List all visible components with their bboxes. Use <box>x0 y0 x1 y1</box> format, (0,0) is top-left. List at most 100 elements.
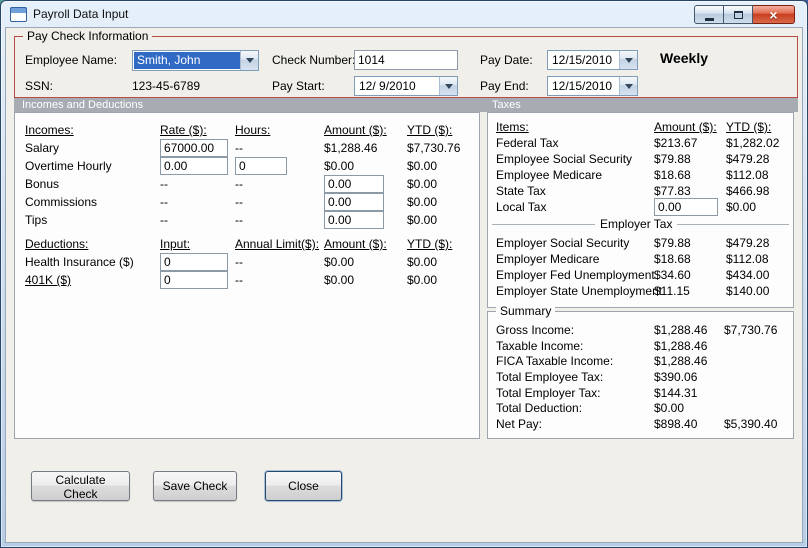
ssn-value: 123-45-6789 <box>132 79 201 93</box>
close-window-button[interactable]: × <box>753 5 795 24</box>
chevron-down-icon <box>245 58 254 63</box>
taxes-section-label: Taxes <box>492 99 521 111</box>
maximize-icon <box>733 10 743 19</box>
cell-value: $140.00 <box>726 284 770 298</box>
cell-value: $0.00 <box>407 159 438 173</box>
401k-link[interactable]: 401K ($) <box>25 273 160 287</box>
cell-value: $11.15 <box>654 284 690 298</box>
chevron-down-icon <box>444 83 453 89</box>
paycheck-group-label: Pay Check Information <box>23 29 153 43</box>
cell-value: $5,390.40 <box>724 416 778 431</box>
col-header: Amount ($): <box>324 123 387 137</box>
cell-value: $0.00 <box>407 177 438 191</box>
cell-value: $18.68 <box>654 168 691 182</box>
cell-value: $0.00 <box>324 273 355 287</box>
save-check-button[interactable]: Save Check <box>153 471 237 501</box>
row-label: Local Tax <box>496 200 547 214</box>
taxes-table: Items: Amount ($): YTD ($): Federal Tax … <box>496 119 796 216</box>
tips-amount-input[interactable] <box>324 211 384 229</box>
col-header: YTD ($): <box>726 120 772 134</box>
employer-tax-divider: Employer Tax <box>492 217 789 231</box>
payroll-window: Payroll Data Input × Pay Check Informati… <box>0 0 808 548</box>
ssn-label: SSN: <box>25 79 54 93</box>
pay-start-dropdown-button[interactable] <box>439 77 457 95</box>
cell-value: $79.88 <box>654 236 691 250</box>
pay-end-value: 12/15/2010 <box>552 79 613 93</box>
cell-value: $77.83 <box>654 184 691 198</box>
cell-value: $479.28 <box>726 236 770 250</box>
paycheck-info-group: Pay Check Information Employee Name: Smi… <box>14 29 798 98</box>
cell-value: $1,288.46 <box>654 322 708 337</box>
summary-panel: Summary Gross Income: $1,288.46 $7,730.7… <box>487 304 796 439</box>
401k-input[interactable] <box>160 271 228 289</box>
app-icon <box>10 6 27 22</box>
cell-value: -- <box>160 177 168 191</box>
col-header: YTD ($): <box>407 123 453 137</box>
employee-name-combobox[interactable]: Smith, John <box>132 50 259 71</box>
summary-group-label: Summary <box>496 304 556 318</box>
pay-date-value: 12/15/2010 <box>552 53 613 67</box>
check-number-input[interactable] <box>354 50 458 70</box>
row-label: Net Pay: <box>496 416 543 431</box>
cell-value: -- <box>160 213 168 227</box>
window-controls: × <box>694 5 795 24</box>
cell-value: $0.00 <box>324 255 355 269</box>
cell-value: $144.31 <box>654 385 698 400</box>
row-label: Federal Tax <box>496 136 559 150</box>
calculate-check-button[interactable]: Calculate Check <box>31 471 130 501</box>
close-button[interactable]: Close <box>265 471 342 501</box>
row-label: Gross Income: <box>496 322 575 337</box>
check-number-label: Check Number: <box>272 53 356 67</box>
cell-value: $79.88 <box>654 152 691 166</box>
summary-table: Gross Income: $1,288.46 $7,730.76 Taxabl… <box>496 322 796 432</box>
row-label: Total Employee Tax: <box>496 369 604 384</box>
pay-date-picker[interactable]: 12/15/2010 <box>547 50 638 70</box>
row-label: Employer State Unemployment <box>496 284 663 298</box>
row-label: Total Employer Tax: <box>496 385 601 400</box>
row-label: Commissions <box>25 195 98 209</box>
col-header: Amount ($): <box>324 237 387 251</box>
cell-value: $1,288.46 <box>654 354 708 369</box>
col-header: Input: <box>160 237 191 251</box>
overtime-hours-input[interactable] <box>235 157 287 175</box>
pay-end-dropdown-button[interactable] <box>619 77 637 95</box>
cell-value: -- <box>235 213 243 227</box>
cell-value: $34.60 <box>654 268 691 282</box>
salary-rate-input[interactable] <box>160 139 228 157</box>
minimize-icon <box>704 17 714 21</box>
cell-value: $434.00 <box>726 268 770 282</box>
employee-name-dropdown-button[interactable] <box>240 51 258 70</box>
cell-value: -- <box>235 273 243 287</box>
pay-end-picker[interactable]: 12/15/2010 <box>547 76 638 96</box>
commissions-amount-input[interactable] <box>324 193 384 211</box>
cell-value: $0.00 <box>654 401 685 416</box>
pay-start-picker[interactable]: 12/ 9/2010 <box>354 76 458 96</box>
pay-start-value: 12/ 9/2010 <box>359 79 416 93</box>
window-title: Payroll Data Input <box>33 7 129 21</box>
incomes-deductions-section-label: Incomes and Deductions <box>22 99 144 111</box>
cell-value: $898.40 <box>654 416 698 431</box>
col-header: Items: <box>496 120 529 134</box>
cell-value: $0.00 <box>407 213 438 227</box>
cell-value: -- <box>235 141 243 155</box>
col-header: Incomes: <box>25 123 74 137</box>
row-label: Bonus <box>25 177 60 191</box>
row-label: FICA Taxable Income: <box>496 354 614 369</box>
pay-end-label: Pay End: <box>480 79 529 93</box>
overtime-rate-input[interactable] <box>160 157 228 175</box>
col-header: Rate ($): <box>160 123 207 137</box>
maximize-button[interactable] <box>724 5 753 24</box>
bonus-amount-input[interactable] <box>324 175 384 193</box>
minimize-button[interactable] <box>694 5 724 24</box>
taxes-panel: Items: Amount ($): YTD ($): Federal Tax … <box>487 112 794 308</box>
pay-date-dropdown-button[interactable] <box>619 51 637 69</box>
cell-value: $112.08 <box>726 168 769 182</box>
col-header: YTD ($): <box>407 237 453 251</box>
col-header: Annual Limit($): <box>235 237 320 251</box>
local-tax-input[interactable] <box>654 198 718 216</box>
col-header: Amount ($): <box>654 120 717 134</box>
cell-value: $0.00 <box>407 255 438 269</box>
title-bar[interactable]: Payroll Data Input × <box>1 1 807 27</box>
health-insurance-input[interactable] <box>160 253 228 271</box>
row-label: Employer Fed Unemployment <box>496 268 655 282</box>
